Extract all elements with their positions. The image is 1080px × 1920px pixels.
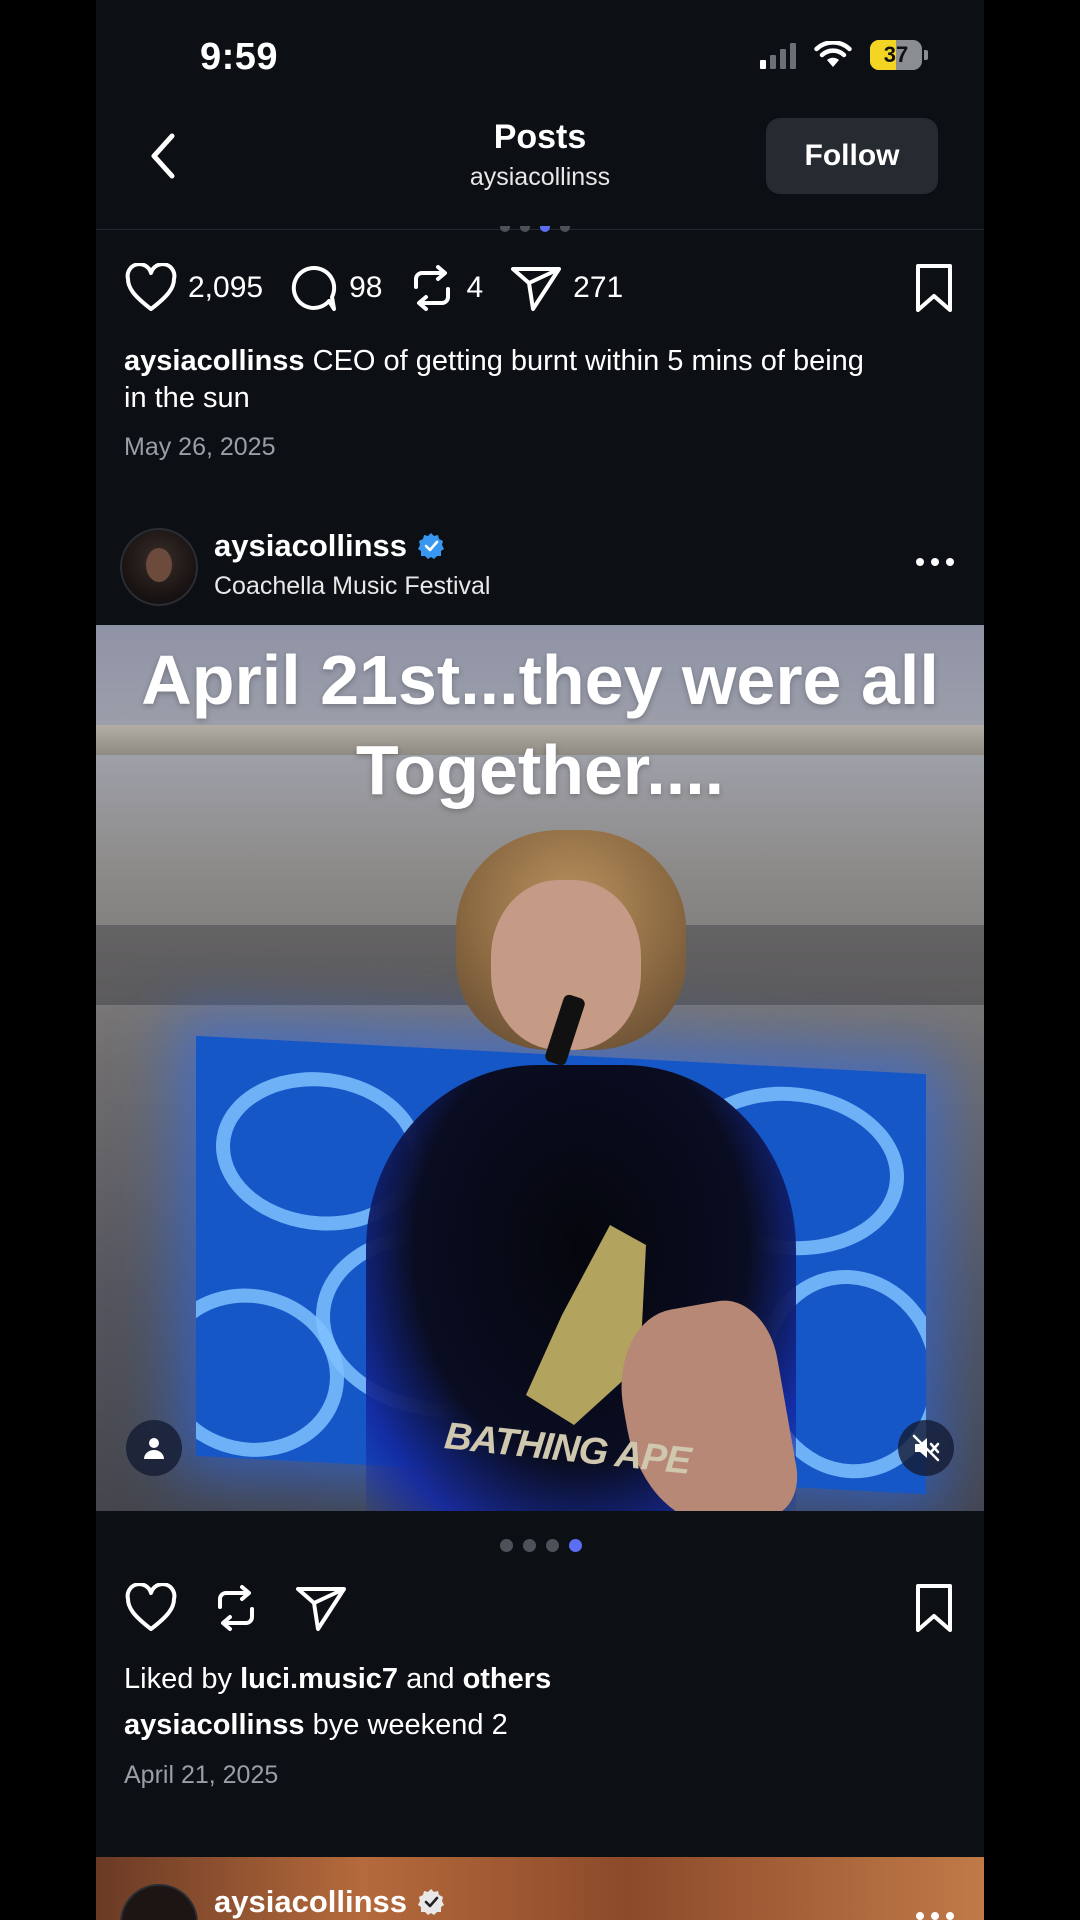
post1-share-count: 271 (573, 271, 624, 304)
liked-by-and: and (406, 1663, 455, 1695)
carousel-dot (500, 1539, 513, 1552)
follow-button[interactable]: Follow (766, 118, 938, 194)
post2-username-row[interactable]: aysiacollinss (214, 528, 445, 564)
battery-icon: 37 (870, 40, 928, 70)
status-time: 9:59 (200, 36, 279, 78)
mute-button[interactable] (898, 1420, 954, 1476)
media-overlay-text: April 21st...they were all Together.... (96, 635, 984, 815)
post1-comment-count: 98 (349, 271, 383, 304)
post1-like-count: 2,095 (188, 271, 264, 304)
battery-level: 37 (883, 42, 909, 67)
post2-date: April 21, 2025 (124, 1761, 279, 1789)
post1-date: May 26, 2025 (124, 433, 276, 461)
heart-icon (125, 263, 177, 311)
post1-share-button[interactable]: 271 (509, 263, 623, 313)
post1-comment-button[interactable]: 98 (289, 263, 382, 313)
repost-icon (414, 265, 451, 311)
post1-caption-username[interactable]: aysiacollinss (124, 345, 305, 377)
post2-share-button[interactable] (294, 1583, 348, 1633)
liked-by-prefix: Liked by (124, 1663, 233, 1695)
wifi-icon (814, 41, 852, 67)
heart-icon (125, 1583, 177, 1631)
overlay-line-2: Together.... (355, 731, 725, 809)
post2-liked-by: Liked by luci.music7 and others (124, 1661, 888, 1698)
signal-icon (760, 41, 796, 69)
send-icon (296, 1587, 346, 1631)
verified-icon (418, 1889, 445, 1915)
post1-repost-button[interactable]: 4 (408, 263, 483, 313)
more-icon[interactable] (916, 558, 954, 566)
verified-icon (418, 533, 445, 559)
post2-caption: aysiacollinss bye weekend 2 (124, 1707, 888, 1744)
post2-username[interactable]: aysiacollinss (214, 528, 407, 564)
comment-icon (291, 265, 337, 311)
post3-username-row[interactable]: aysiacollinss (214, 1884, 445, 1920)
post1-like-button[interactable]: 2,095 (124, 263, 263, 313)
overlay-line-1: April 21st...they were all (141, 641, 939, 719)
bookmark-icon[interactable] (912, 262, 956, 314)
mute-icon (912, 1434, 940, 1462)
carousel-dot (523, 1539, 536, 1552)
post2-media[interactable]: BATHING APE April 21st...they were all T… (96, 625, 984, 1511)
post1-caption: aysiacollinss CEO of getting burnt withi… (124, 343, 888, 417)
liked-by-others[interactable]: others (463, 1663, 552, 1695)
send-icon (511, 267, 562, 311)
bookmark-icon[interactable] (912, 1582, 956, 1634)
post2-caption-username[interactable]: aysiacollinss (124, 1709, 305, 1741)
carousel-dot (546, 1539, 559, 1552)
person-tag-icon (144, 1438, 164, 1459)
status-icons: 37 (760, 40, 928, 70)
post1-action-bar: 2,095 98 4 271 (124, 262, 956, 314)
post2-location[interactable]: Coachella Music Festival (214, 572, 491, 601)
previous-carousel-dots (500, 226, 570, 232)
post1-repost-count: 4 (466, 271, 484, 304)
liked-by-user[interactable]: luci.music7 (240, 1663, 398, 1695)
post2-carousel-dots (500, 1539, 582, 1552)
repost-icon (218, 1585, 254, 1631)
post2-like-button[interactable] (124, 1583, 178, 1633)
app-frame: 9:59 37 Posts aysiacollinss Follow 2,095 (96, 0, 984, 1920)
post2-action-bar (124, 1582, 956, 1634)
post2-repost-button[interactable] (212, 1583, 260, 1633)
post2-caption-text: bye weekend 2 (312, 1709, 508, 1741)
person-tag-button[interactable] (126, 1420, 182, 1476)
carousel-dot-active (569, 1539, 582, 1552)
more-icon[interactable] (916, 1912, 954, 1920)
post2-avatar[interactable] (120, 528, 198, 606)
post3-username[interactable]: aysiacollinss (214, 1884, 407, 1920)
